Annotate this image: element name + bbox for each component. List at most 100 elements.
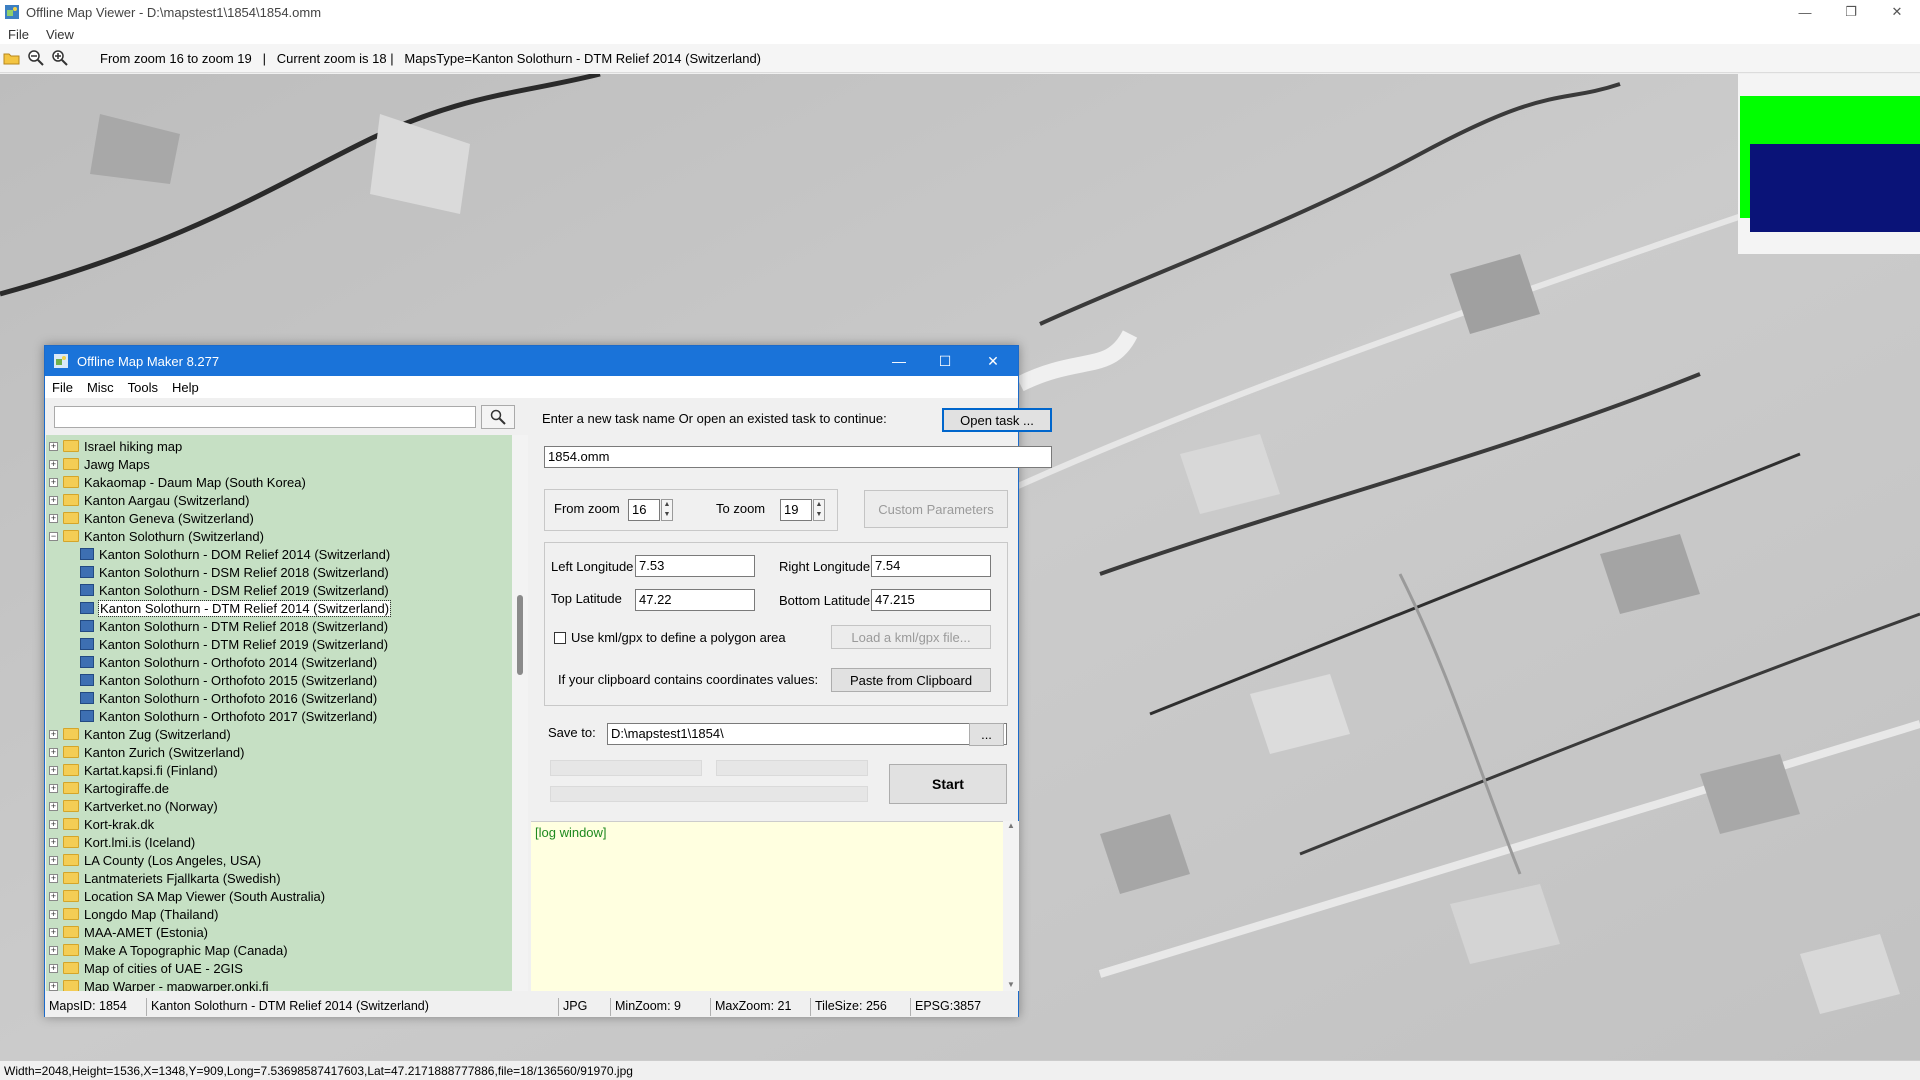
folder-icon [63, 494, 79, 506]
tree-map-item[interactable]: Kanton Solothurn - DSM Relief 2019 (Swit… [80, 581, 389, 599]
tree-folder-item[interactable]: + Kanton Aargau (Switzerland) [49, 491, 249, 509]
dialog-minimize-button[interactable]: — [876, 346, 922, 376]
tree-scrollbar[interactable] [512, 435, 528, 991]
expand-icon[interactable]: + [49, 459, 58, 469]
expand-icon[interactable]: + [49, 441, 58, 451]
open-task-button[interactable]: Open task ... [942, 408, 1052, 432]
expand-icon[interactable]: + [49, 801, 58, 811]
tree-folder-item[interactable]: + Jawg Maps [49, 455, 150, 473]
kml-checkbox[interactable] [554, 632, 566, 644]
log-scrollbar[interactable]: ▲ ▼ [1003, 821, 1019, 991]
tree-map-item[interactable]: Kanton Solothurn - Orthofoto 2016 (Switz… [80, 689, 377, 707]
expand-icon[interactable]: + [49, 891, 58, 901]
maximize-button[interactable]: ❐ [1828, 0, 1874, 24]
left-longitude-field[interactable]: 7.53 [635, 555, 755, 577]
tree-folder-item[interactable]: + MAA-AMET (Estonia) [49, 923, 208, 941]
expand-icon[interactable]: + [49, 819, 58, 829]
to-zoom-spinner[interactable]: ▲ ▼ [813, 499, 825, 521]
dialog-menu-misc[interactable]: Misc [80, 380, 121, 395]
expand-icon[interactable]: + [49, 495, 58, 505]
tree-folder-item[interactable]: + Make A Topographic Map (Canada) [49, 941, 288, 959]
custom-parameters-button[interactable]: Custom Parameters [864, 490, 1008, 528]
tree-folder-item[interactable]: + Kanton Zurich (Switzerland) [49, 743, 244, 761]
expand-icon[interactable]: + [49, 765, 58, 775]
top-latitude-field[interactable]: 47.22 [635, 589, 755, 611]
tree-map-item[interactable]: Kanton Solothurn - Orthofoto 2015 (Switz… [80, 671, 377, 689]
tree-map-item[interactable]: Kanton Solothurn - DSM Relief 2018 (Swit… [80, 563, 389, 581]
tree-item-label: Kanton Solothurn (Switzerland) [84, 528, 264, 544]
tree-folder-item[interactable]: − Kanton Solothurn (Switzerland) [49, 527, 264, 545]
expand-icon[interactable]: + [49, 783, 58, 793]
tree-map-item[interactable]: Kanton Solothurn - DTM Relief 2019 (Swit… [80, 635, 388, 653]
expand-icon[interactable]: + [49, 873, 58, 883]
tree-folder-item[interactable]: + Kartogiraffe.de [49, 779, 169, 797]
paste-clipboard-button[interactable]: Paste from Clipboard [831, 668, 991, 692]
tree-folder-item[interactable]: + Kort-krak.dk [49, 815, 154, 833]
bottom-latitude-field[interactable]: 47.215 [871, 589, 991, 611]
zoom-in-icon[interactable] [48, 46, 72, 70]
overview-minimap[interactable] [1738, 74, 1920, 254]
expand-icon[interactable]: + [49, 513, 58, 523]
tree-folder-item[interactable]: + Israel hiking map [49, 437, 182, 455]
tree-folder-item[interactable]: + Longdo Map (Thailand) [49, 905, 218, 923]
expand-icon[interactable]: + [49, 837, 58, 847]
tree-folder-item[interactable]: + Location SA Map Viewer (South Australia… [49, 887, 325, 905]
tree-folder-item[interactable]: + Kanton Geneva (Switzerland) [49, 509, 254, 527]
load-kml-button[interactable]: Load a kml/gpx file... [831, 625, 991, 649]
left-longitude-label: Left Longitude [551, 559, 634, 574]
folder-icon [63, 440, 79, 452]
expand-icon[interactable]: + [49, 747, 58, 757]
tree-map-item[interactable]: Kanton Solothurn - DOM Relief 2014 (Swit… [80, 545, 390, 563]
tree-map-item[interactable]: Kanton Solothurn - Orthofoto 2014 (Switz… [80, 653, 377, 671]
browse-button[interactable]: ... [969, 723, 1004, 746]
open-folder-icon[interactable] [0, 46, 24, 70]
tree-folder-item[interactable]: + Kort.lmi.is (Iceland) [49, 833, 195, 851]
tree-map-item[interactable]: Kanton Solothurn - Orthofoto 2017 (Switz… [80, 707, 377, 725]
collapse-icon[interactable]: − [49, 531, 58, 541]
tree-folder-item[interactable]: + Kanton Zug (Switzerland) [49, 725, 231, 743]
tree-map-item[interactable]: Kanton Solothurn - DTM Relief 2018 (Swit… [80, 617, 388, 635]
start-button[interactable]: Start [889, 764, 1007, 804]
viewer-toolbar: From zoom 16 to zoom 19 | Current zoom i… [0, 44, 1920, 73]
dialog-menu-file[interactable]: File [45, 380, 80, 395]
dialog-close-button[interactable]: ✕ [970, 346, 1016, 376]
tree-folder-item[interactable]: + LA County (Los Angeles, USA) [49, 851, 261, 869]
tree-folder-item[interactable]: + Lantmateriets Fjallkarta (Swedish) [49, 869, 281, 887]
zoom-out-icon[interactable] [24, 46, 48, 70]
to-zoom-field[interactable]: 19 [780, 499, 812, 521]
map-search-input[interactable] [54, 406, 476, 428]
minimize-button[interactable]: — [1782, 0, 1828, 24]
map-layer-icon [80, 638, 94, 650]
save-to-field[interactable]: D:\mapstest1\1854\ [607, 723, 1007, 745]
expand-icon[interactable]: + [49, 909, 58, 919]
map-source-tree[interactable]: + Israel hiking map + Jawg Maps + Kakaomap - … [46, 435, 512, 991]
log-window[interactable]: [log window] [531, 821, 1003, 991]
expand-icon[interactable]: + [49, 945, 58, 955]
overview-viewport[interactable] [1750, 144, 1920, 232]
tree-folder-item[interactable]: + Kakaomap - Daum Map (South Korea) [49, 473, 306, 491]
expand-icon[interactable]: + [49, 927, 58, 937]
expand-icon[interactable]: + [49, 477, 58, 487]
dialog-maximize-button[interactable]: ☐ [922, 346, 968, 376]
close-button[interactable]: ✕ [1874, 0, 1920, 24]
tree-folder-item[interactable]: + Map Warper - mapwarper.onki.fi [49, 977, 268, 991]
dialog-menu-tools[interactable]: Tools [121, 380, 165, 395]
tree-map-item[interactable]: Kanton Solothurn - DTM Relief 2014 (Swit… [80, 599, 392, 617]
menu-view[interactable]: View [38, 27, 83, 42]
tree-item-label: Kartat.kapsi.fi (Finland) [84, 762, 218, 778]
map-layer-icon [80, 548, 94, 560]
tree-folder-item[interactable]: + Map of cities of UAE - 2GIS [49, 959, 243, 977]
expand-icon[interactable]: + [49, 855, 58, 865]
menu-file[interactable]: File [0, 27, 38, 42]
from-zoom-field[interactable]: 16 [628, 499, 660, 521]
task-name-field[interactable]: 1854.omm [544, 446, 1052, 468]
from-zoom-spinner[interactable]: ▲ ▼ [661, 499, 673, 521]
tree-folder-item[interactable]: + Kartat.kapsi.fi (Finland) [49, 761, 218, 779]
tree-folder-item[interactable]: + Kartverket.no (Norway) [49, 797, 218, 815]
expand-icon[interactable]: + [49, 729, 58, 739]
search-button[interactable] [481, 405, 515, 429]
expand-icon[interactable]: + [49, 981, 58, 991]
dialog-menu-help[interactable]: Help [165, 380, 206, 395]
expand-icon[interactable]: + [49, 963, 58, 973]
right-longitude-field[interactable]: 7.54 [871, 555, 991, 577]
